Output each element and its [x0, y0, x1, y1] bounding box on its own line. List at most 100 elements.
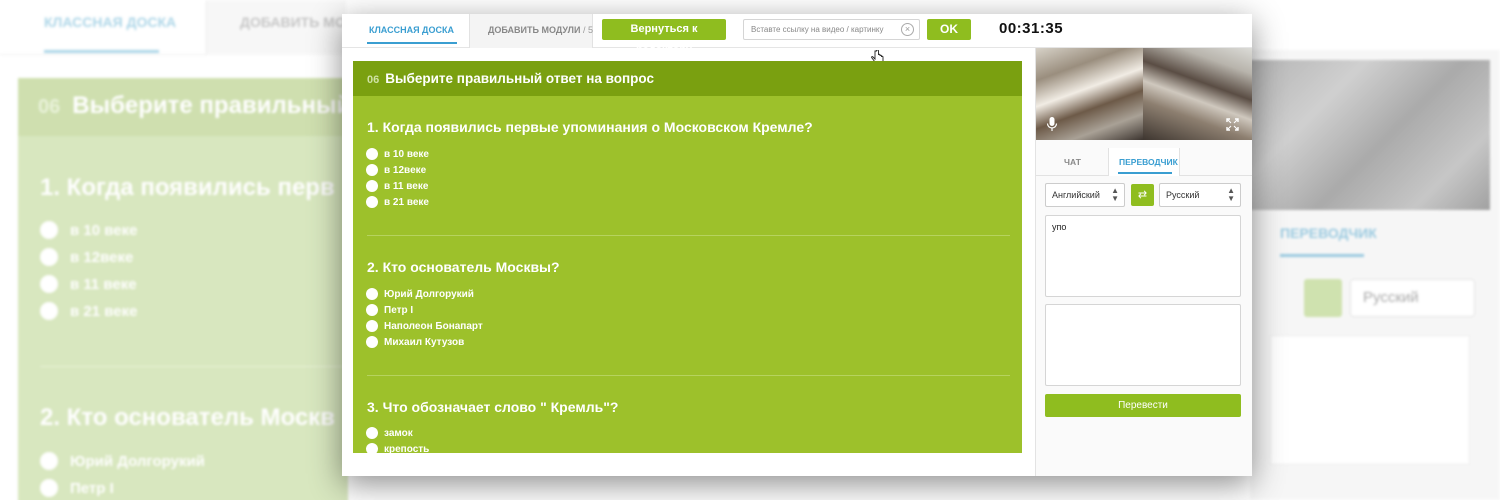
- answer-label: в 10 веке: [384, 148, 429, 160]
- target-language-select[interactable]: Русский ▲ ▼: [1159, 183, 1241, 207]
- video-feed[interactable]: [1036, 48, 1252, 140]
- bg-tab-board: КЛАССНАЯ ДОСКА: [44, 14, 177, 30]
- bg-textarea: [1270, 335, 1470, 465]
- answer-option[interactable]: крепость: [366, 443, 429, 453]
- bg-radio: [40, 221, 58, 239]
- radio-button[interactable]: [366, 320, 378, 332]
- bg-swap-button: [1304, 279, 1342, 317]
- bg-option: в 10 веке: [40, 221, 137, 239]
- radio-button[interactable]: [366, 427, 378, 439]
- radio-button[interactable]: [366, 288, 378, 300]
- clear-icon[interactable]: ×: [901, 23, 914, 36]
- answer-label: Наполеон Бонапарт: [384, 320, 483, 332]
- answer-label: Юрий Долгорукий: [384, 288, 474, 300]
- bg-question-2: 2. Кто основатель Москв: [40, 404, 335, 431]
- answer-option[interactable]: Михаил Кутузов: [366, 336, 464, 348]
- bg-radio: [40, 452, 58, 470]
- bg-quiz-title: Выберите правильный: [72, 92, 348, 119]
- quiz-panel: 06 Выберите правильный ответ на вопрос 1.…: [353, 61, 1022, 453]
- bg-option-label: в 11 веке: [70, 275, 137, 293]
- bg-quiz-number: 06: [38, 96, 61, 118]
- target-language-value: Русский: [1166, 190, 1200, 200]
- bg-option: Юрий Долгорукий: [40, 452, 205, 470]
- bg-option: в 21 веке: [40, 302, 137, 320]
- swap-languages-button[interactable]: ⇄: [1131, 184, 1154, 206]
- answer-option[interactable]: Юрий Долгорукий: [366, 288, 474, 300]
- bg-quiz-header: 06 Выберите правильный: [18, 78, 348, 136]
- question-2: 2. Кто основатель Москвы?: [367, 259, 560, 275]
- radio-button[interactable]: [366, 164, 378, 176]
- back-to-editor-button[interactable]: Вернуться к редактору: [602, 19, 726, 56]
- answer-label: крепость: [384, 443, 430, 454]
- bg-radio: [40, 302, 58, 320]
- bg-target-lang: Русский: [1350, 279, 1475, 317]
- quiz-title: Выберите правильный ответ на вопрос: [385, 71, 654, 86]
- answer-option[interactable]: Петр I: [366, 304, 413, 316]
- bg-option: в 12веке: [40, 248, 133, 266]
- media-url-input[interactable]: [743, 19, 920, 40]
- question-1: 1. Когда появились первые упоминания о М…: [367, 119, 813, 135]
- radio-button[interactable]: [366, 304, 378, 316]
- translation-output[interactable]: [1045, 304, 1241, 386]
- sidebar-tabs: ЧАТ ПЕРЕВОДЧИК: [1036, 148, 1252, 176]
- answer-label: в 12веке: [384, 164, 427, 176]
- answer-option[interactable]: замок: [366, 427, 413, 439]
- tab-add-modules-label: ДОБАВИТЬ МОДУЛИ: [488, 25, 581, 35]
- tab-add-modules[interactable]: ДОБАВИТЬ МОДУЛИ / 5: [469, 14, 593, 48]
- question-3: 3. Что обозначает слово " Кремль"?: [367, 399, 619, 415]
- answer-option[interactable]: в 10 веке: [366, 148, 429, 160]
- bg-option-label: в 12веке: [70, 248, 134, 266]
- radio-button[interactable]: [366, 148, 378, 160]
- radio-button[interactable]: [366, 336, 378, 348]
- fullscreen-icon[interactable]: [1226, 118, 1239, 131]
- bg-sidebar: ПЕРЕВОДЧИК Русский: [1250, 50, 1500, 500]
- answer-option[interactable]: в 11 веке: [366, 180, 428, 192]
- bg-radio: [40, 479, 58, 497]
- translate-button[interactable]: Перевести: [1045, 394, 1241, 417]
- bg-separator: [40, 366, 350, 367]
- bg-translator-tab: ПЕРЕВОДЧИК: [1280, 225, 1377, 241]
- source-text-input[interactable]: упо: [1045, 215, 1241, 297]
- answer-label: в 11 веке: [384, 180, 429, 192]
- tab-translator[interactable]: ПЕРЕВОДЧИК: [1108, 148, 1180, 176]
- bg-option-label: в 10 веке: [70, 221, 138, 239]
- question-separator: [367, 375, 1010, 376]
- bg-tab-underline: [1280, 254, 1364, 257]
- bg-option-label: Юрий Долгорукий: [70, 452, 205, 470]
- bg-option: Петр I: [40, 479, 114, 497]
- bg-option: в 11 веке: [40, 275, 137, 293]
- bg-radio: [40, 275, 58, 293]
- answer-label: замок: [384, 427, 413, 439]
- tab-board[interactable]: КЛАССНАЯ ДОСКА: [352, 14, 467, 48]
- modules-count: / 5: [582, 25, 593, 35]
- radio-button[interactable]: [366, 180, 378, 192]
- quiz-number: 06: [367, 74, 380, 86]
- select-arrows-icon: ▲ ▼: [1227, 186, 1235, 203]
- bg-quiz-panel: 06 Выберите правильный 1. Когда появились…: [18, 78, 350, 500]
- answer-option[interactable]: Наполеон Бонапарт: [366, 320, 483, 332]
- radio-button[interactable]: [366, 443, 378, 453]
- select-arrows-icon: ▲ ▼: [1111, 186, 1119, 203]
- bg-option-label: Петр I: [70, 479, 114, 497]
- top-toolbar: КЛАССНАЯ ДОСКА ДОБАВИТЬ МОДУЛИ / 5 Верну…: [342, 14, 1252, 56]
- answer-label: в 21 веке: [384, 196, 429, 208]
- answer-option[interactable]: в 12веке: [366, 164, 426, 176]
- bg-tab-underline: [44, 50, 159, 53]
- tab-chat[interactable]: ЧАТ: [1064, 157, 1081, 167]
- right-sidebar: ЧАТ ПЕРЕВОДЧИК Английский ▲ ▼ ⇄ Русский ▲…: [1035, 48, 1252, 476]
- microphone-icon[interactable]: [1046, 116, 1058, 132]
- bg-radio: [40, 248, 58, 266]
- answer-label: Михаил Кутузов: [384, 336, 465, 348]
- answer-label: Петр I: [384, 304, 414, 316]
- question-separator: [367, 235, 1010, 236]
- ok-button[interactable]: OK: [927, 19, 971, 40]
- radio-button[interactable]: [366, 196, 378, 208]
- source-language-select[interactable]: Английский ▲ ▼: [1045, 183, 1125, 207]
- session-timer: 00:31:35: [999, 20, 1064, 37]
- bg-option-label: в 21 веке: [70, 302, 138, 320]
- source-language-value: Английский: [1052, 190, 1100, 200]
- bg-question-1: 1. Когда появились перв: [40, 174, 335, 201]
- answer-option[interactable]: в 21 веке: [366, 196, 429, 208]
- bg-video: [1250, 60, 1490, 210]
- lesson-window: КЛАССНАЯ ДОСКА ДОБАВИТЬ МОДУЛИ / 5 Верну…: [342, 14, 1252, 476]
